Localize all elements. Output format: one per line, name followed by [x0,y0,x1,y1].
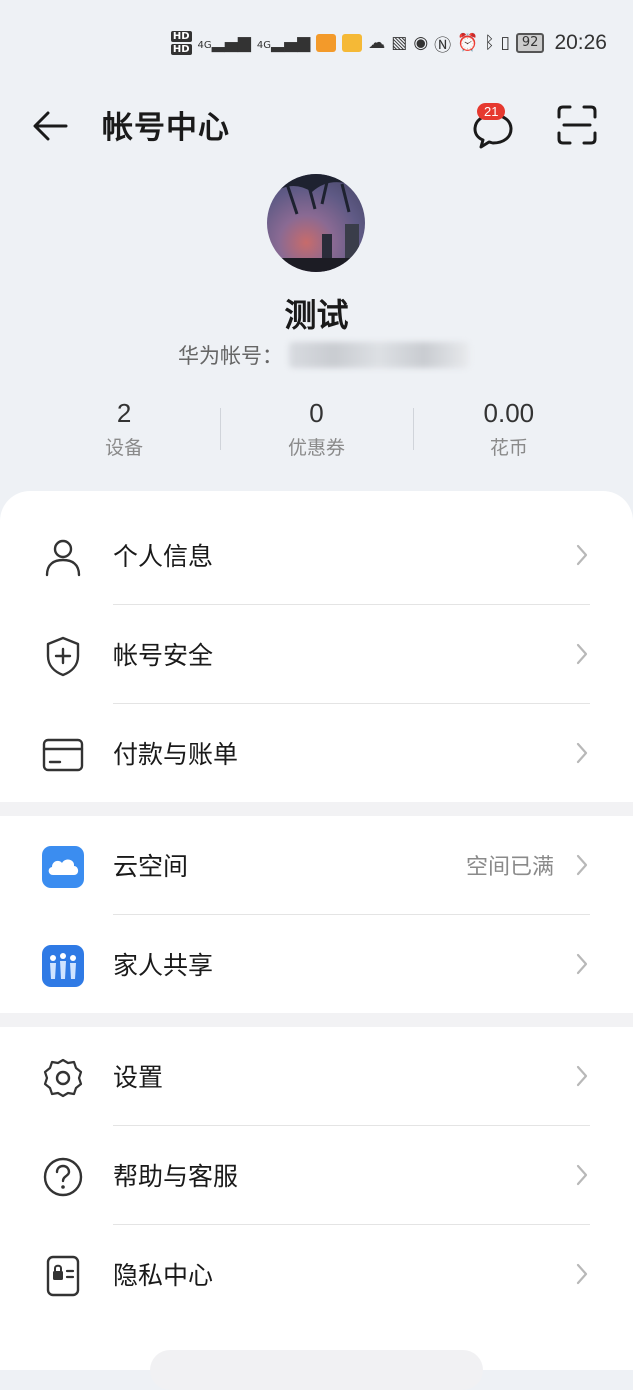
shield-icon [46,636,80,677]
avatar[interactable] [267,174,365,272]
stat-value: 2 [116,398,132,428]
menu-item-privacy-center[interactable]: 隐私中心 [0,1225,633,1324]
page-title: 帐号中心 [102,110,230,146]
bluetooth-icon: ᛒ [484,33,495,53]
chevron-right-icon [576,643,588,665]
menu-item-label: 个人信息 [113,542,214,571]
arrow-left-icon [33,111,68,141]
chevron-right-icon [576,1164,588,1186]
stats-bar: 2 设备 0 优惠券 0.00 花币 [28,398,605,460]
back-button[interactable] [30,108,72,144]
card-icon [42,738,84,772]
scan-button[interactable] [556,104,598,146]
menu-item-label: 帐号安全 [113,641,214,670]
eye-icon: ◉ [413,33,429,53]
section-separator [0,1013,633,1027]
menu-item-payment-billing[interactable]: 付款与账单 [0,704,633,803]
chevron-right-icon [576,1065,588,1087]
app-notification-icon-2 [342,34,363,52]
hd-indicator: HD HD [170,31,192,55]
menu-item-cloud-space[interactable]: 云空间 空间已满 [0,816,633,915]
menu-item-personal-info[interactable]: 个人信息 [0,506,633,605]
signal-icon: 4G▂▄▆ [197,33,251,53]
storage-status: 空间已满 [465,855,554,880]
stat-value: 0 [309,398,324,428]
stat-huabi[interactable]: 0.00 花币 [412,398,605,460]
menu-item-label: 帮助与客服 [113,1162,239,1191]
stat-label: 花币 [489,437,528,459]
family-icon [42,945,84,987]
chevron-right-icon [576,742,588,764]
gear-icon [43,1058,83,1098]
message-badge: 21 [477,103,506,120]
header: 帐号中心 [0,96,633,156]
stat-coupons[interactable]: 0 优惠券 [220,398,412,460]
stat-devices[interactable]: 2 设备 [28,398,220,460]
privacy-icon [46,1255,80,1297]
section-separator [0,802,633,816]
scan-icon [557,105,597,145]
cloud-icon [42,846,84,888]
username: 测试 [284,296,349,334]
account-id-redacted [289,342,469,368]
menu-item-label: 付款与账单 [113,740,239,769]
app-notification-icon [316,34,337,52]
avatar-image [267,174,365,272]
status-time: 20:26 [554,31,607,54]
menu-item-label: 隐私中心 [113,1261,214,1290]
alarm-icon: ⏰ [457,33,479,53]
stat-label: 设备 [105,437,144,459]
chevron-right-icon [576,1263,588,1285]
vibrate-icon: ▯ [500,33,510,53]
status-bar: HD HD 4G▂▄▆ 4G▂▄▆ ☁ ▧ ◉ Ⓝ ⏰ ᛒ ▯ 92 20:26 [0,0,633,92]
cloud-status-icon: ☁ [368,33,386,53]
account-id-row: 华为帐号： [178,340,469,370]
menu-item-account-security[interactable]: 帐号安全 [0,605,633,704]
stat-label: 优惠券 [287,437,345,459]
menu-item-label: 家人共享 [113,951,214,980]
battery-icon: 92 [515,33,545,53]
menu-item-family-sharing[interactable]: 家人共享 [0,915,633,1014]
menu-item-settings[interactable]: 设置 [0,1027,633,1126]
logout-button[interactable] [150,1350,483,1390]
image-icon: ▧ [391,33,408,53]
nfc-icon: Ⓝ [434,35,452,56]
signal-icon-2: 4G▂▄▆ [256,33,311,53]
menu-item-label: 设置 [113,1063,164,1092]
chevron-right-icon [576,854,588,876]
stat-value: 0.00 [483,398,535,428]
chevron-right-icon [576,544,588,566]
menu-item-label: 云空间 [113,852,189,881]
person-icon [45,539,81,577]
help-icon [43,1157,83,1197]
account-label: 华为帐号： [178,344,283,368]
menu-item-help-support[interactable]: 帮助与客服 [0,1126,633,1225]
chevron-right-icon [576,953,588,975]
